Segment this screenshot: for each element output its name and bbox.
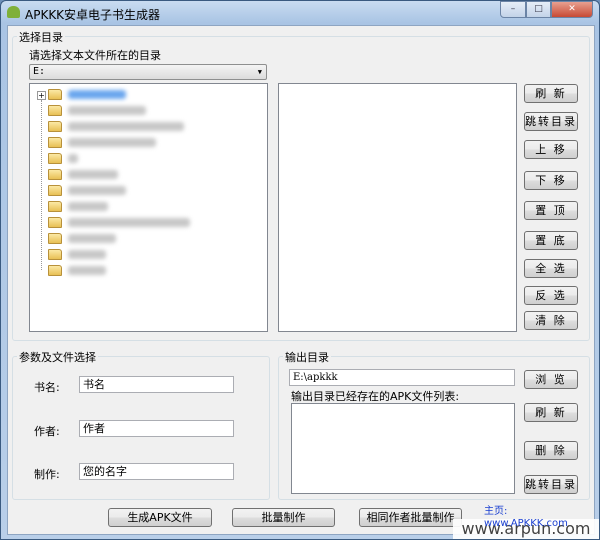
generate-apk-button[interactable]: 生成APK文件 [108, 508, 212, 527]
refresh-button[interactable]: 刷 新 [524, 84, 578, 103]
move-down-button[interactable]: 下 移 [524, 171, 578, 190]
expand-icon[interactable]: + [37, 91, 46, 100]
book-name-label: 书名: [34, 381, 60, 394]
params-group-label: 参数及文件选择 [17, 349, 98, 365]
maximize-button[interactable]: □ [526, 1, 551, 18]
drive-value: E: [33, 66, 46, 77]
folder-icon [48, 185, 62, 196]
delete-button[interactable]: 删 除 [524, 441, 578, 460]
folder-icon [48, 201, 62, 212]
dir-prompt-label: 请选择文本文件所在的目录 [29, 49, 161, 62]
output-refresh-button[interactable]: 刷 新 [524, 403, 578, 422]
select-dir-group-label: 选择目录 [17, 29, 65, 45]
tree-item[interactable] [48, 216, 190, 229]
output-path-input[interactable]: E:\apkkk [289, 369, 515, 386]
close-button[interactable]: ✕ [551, 1, 593, 18]
window-title: APKKK安卓电子书生成器 [25, 8, 161, 22]
tree-item[interactable] [48, 232, 116, 245]
select-all-button[interactable]: 全 选 [524, 259, 578, 278]
tree-item[interactable] [48, 168, 118, 181]
folder-icon [48, 249, 62, 260]
tree-item[interactable] [48, 104, 146, 117]
invert-selection-button[interactable]: 反 选 [524, 286, 578, 305]
chevron-down-icon: ▼ [257, 68, 262, 76]
move-up-button[interactable]: 上 移 [524, 140, 578, 159]
author-label: 作者: [34, 425, 60, 438]
folder-icon [48, 89, 62, 100]
folder-icon [48, 265, 62, 276]
folder-icon [48, 105, 62, 116]
apk-file-list[interactable] [291, 403, 515, 494]
folder-icon [48, 217, 62, 228]
output-group-label: 输出目录 [283, 349, 331, 365]
tree-item[interactable] [48, 264, 106, 277]
clear-button[interactable]: 清 除 [524, 311, 578, 330]
maker-label: 制作: [34, 468, 60, 481]
author-input[interactable]: 作者 [79, 420, 234, 437]
browse-button[interactable]: 浏 览 [524, 370, 578, 389]
folder-icon [48, 137, 62, 148]
homepage-link[interactable]: 主页: www.APKKK.com [484, 506, 594, 530]
tree-item[interactable] [48, 120, 184, 133]
folder-tree[interactable]: + [29, 83, 268, 332]
tree-item[interactable] [48, 248, 106, 261]
selected-files-list[interactable] [278, 83, 517, 332]
tree-item[interactable] [48, 184, 126, 197]
move-top-button[interactable]: 置 顶 [524, 201, 578, 220]
app-window: APKKK安卓电子书生成器 – □ ✕ 选择目录 请选择文本文件所在的目录 E:… [0, 0, 600, 540]
android-app-icon [7, 6, 20, 18]
tree-item[interactable] [48, 200, 108, 213]
folder-icon [48, 233, 62, 244]
apk-list-label: 输出目录已经存在的APK文件列表: [291, 390, 460, 403]
folder-icon [48, 153, 62, 164]
book-name-input[interactable]: 书名 [79, 376, 234, 393]
same-author-batch-button[interactable]: 相同作者批量制作 [359, 508, 462, 527]
move-bottom-button[interactable]: 置 底 [524, 231, 578, 250]
tree-item[interactable] [48, 136, 156, 149]
output-goto-dir-button[interactable]: 跳转目录 [524, 475, 578, 494]
tree-item[interactable] [48, 152, 78, 165]
goto-dir-button[interactable]: 跳转目录 [524, 112, 578, 131]
drive-dropdown[interactable]: E: ▼ [29, 64, 267, 80]
maker-input[interactable]: 您的名字 [79, 463, 234, 480]
batch-make-button[interactable]: 批量制作 [232, 508, 335, 527]
client-area: 选择目录 请选择文本文件所在的目录 E: ▼ + 刷 新 跳转目录 上 移 下 … [7, 25, 595, 535]
folder-icon [48, 121, 62, 132]
folder-icon [48, 169, 62, 180]
tree-item[interactable] [48, 88, 126, 101]
minimize-button[interactable]: – [500, 1, 526, 18]
